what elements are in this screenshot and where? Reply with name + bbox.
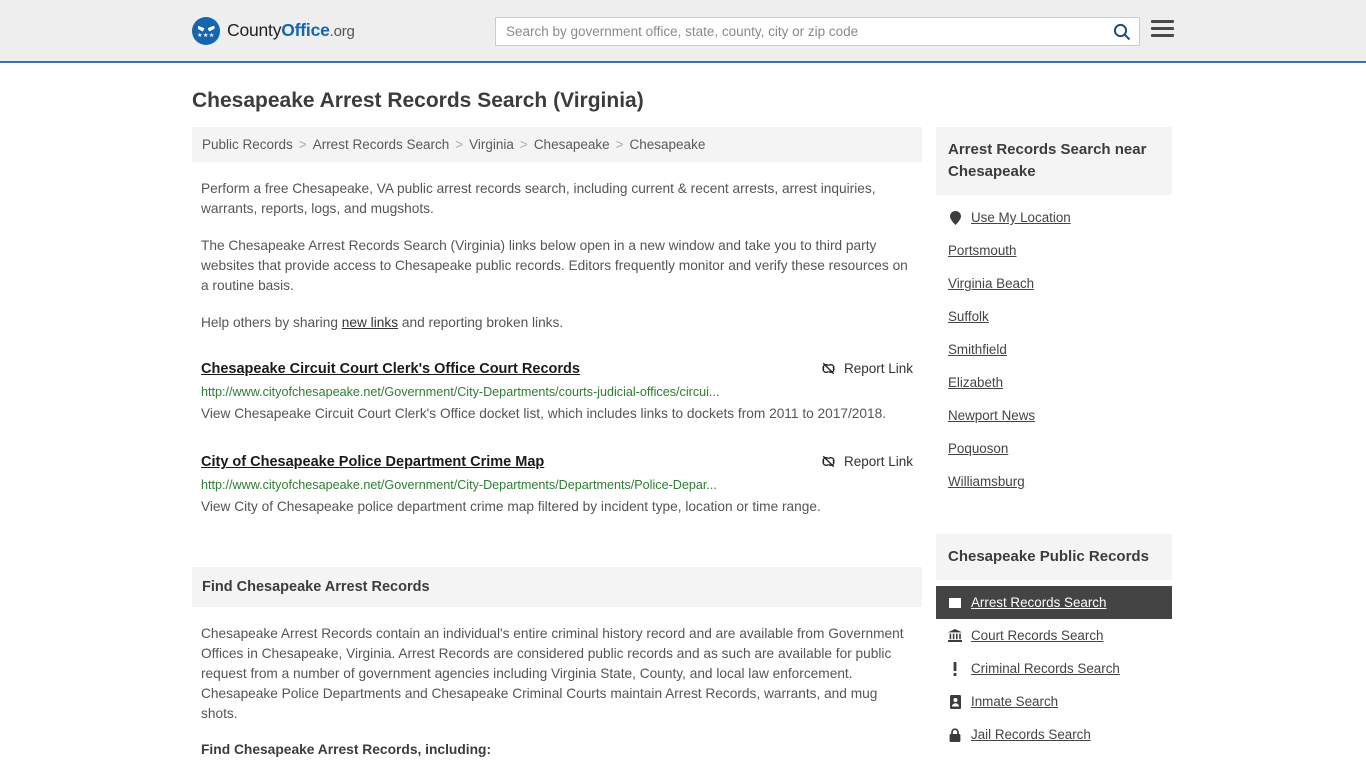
result-item: Chesapeake Circuit Court Clerk's Office … [192, 360, 922, 426]
share-text-before: Help others by sharing [201, 315, 342, 330]
site-logo[interactable]: ★★★ CountyOffice.org [192, 16, 355, 45]
sidebar-record-label[interactable]: Criminal Records Search [971, 661, 1120, 676]
unlink-icon [822, 362, 835, 375]
sidebar-item-court-records-search[interactable]: Court Records Search [936, 619, 1172, 652]
search-button[interactable] [1105, 18, 1139, 45]
logo-text-part2: Office [281, 20, 330, 40]
intro-paragraph-3: Help others by sharing new links and rep… [192, 313, 922, 333]
logo-text-part1: County [227, 20, 282, 40]
hamburger-bar [1151, 27, 1174, 30]
content-columns: Public Records > Arrest Records Search >… [192, 127, 1174, 757]
sidebar-near-label[interactable]: Williamsburg [948, 474, 1025, 489]
result-description: View City of Chesapeake police departmen… [201, 499, 821, 514]
result-title-link[interactable]: City of Chesapeake Police Department Cri… [201, 453, 544, 472]
sidebar-near-list: Use My Location Portsmouth Virginia Beac… [936, 195, 1172, 498]
report-link-label: Report Link [843, 361, 913, 376]
site-header: ★★★ CountyOffice.org [0, 0, 1366, 63]
sidebar-item-virginia-beach[interactable]: Virginia Beach [936, 267, 1172, 300]
breadcrumb-item-chesapeake-county[interactable]: Chesapeake [534, 137, 610, 152]
sidebar-near-label[interactable]: Suffolk [948, 309, 989, 324]
eagle-logo-icon: ★★★ [192, 16, 220, 45]
main-column: Public Records > Arrest Records Search >… [192, 127, 922, 757]
sidebar-near-label[interactable]: Smithfield [948, 342, 1007, 357]
sidebar-item-jail-records-search[interactable]: Jail Records Search [936, 718, 1172, 751]
breadcrumb-separator: > [615, 137, 624, 152]
sidebar-card-public-records: Chesapeake Public Records Arrest Records… [936, 534, 1172, 751]
search-icon [1113, 23, 1131, 40]
result-header: Chesapeake Circuit Court Clerk's Office … [201, 360, 913, 379]
share-text-after: and reporting broken links. [398, 315, 564, 330]
hamburger-bar [1151, 34, 1174, 37]
unlink-icon [822, 455, 835, 468]
sidebar-item-suffolk[interactable]: Suffolk [936, 300, 1172, 333]
logo-stars: ★★★ [197, 32, 215, 39]
sidebar-near-heading: Arrest Records Search near Chesapeake [936, 127, 1172, 195]
sidebar-near-label[interactable]: Use My Location [971, 210, 1071, 225]
intro-paragraph-2: The Chesapeake Arrest Records Search (Vi… [201, 238, 908, 293]
search-input[interactable] [496, 18, 1105, 45]
sidebar-record-label[interactable]: Court Records Search [971, 628, 1103, 643]
id-badge-icon [948, 694, 962, 709]
sidebar: Arrest Records Search near Chesapeake Us… [936, 127, 1172, 751]
sidebar-item-poquoson[interactable]: Poquoson [936, 432, 1172, 465]
find-records-heading: Find Chesapeake Arrest Records [192, 567, 922, 607]
result-description: View Chesapeake Circuit Court Clerk's Of… [201, 406, 887, 421]
breadcrumb: Public Records > Arrest Records Search >… [192, 127, 922, 162]
sidebar-item-williamsburg[interactable]: Williamsburg [936, 465, 1172, 498]
sidebar-public-records-list: Arrest Records Search Court Records Sear… [936, 580, 1172, 751]
breadcrumb-item-chesapeake-city[interactable]: Chesapeake [630, 137, 706, 152]
intro-paragraph-1: Perform a free Chesapeake, VA public arr… [201, 181, 876, 216]
result-url: http://www.cityofchesapeake.net/Governme… [201, 478, 717, 492]
sidebar-item-portsmouth[interactable]: Portsmouth [936, 234, 1172, 267]
report-link-label: Report Link [843, 454, 913, 469]
find-records-paragraph: Chesapeake Arrest Records contain an ind… [201, 626, 904, 721]
sidebar-item-newport-news[interactable]: Newport News [936, 399, 1172, 432]
sidebar-public-records-heading: Chesapeake Public Records [936, 534, 1172, 580]
breadcrumb-separator: > [298, 137, 307, 152]
result-title-link[interactable]: Chesapeake Circuit Court Clerk's Office … [201, 360, 580, 379]
sidebar-card-near: Arrest Records Search near Chesapeake Us… [936, 127, 1172, 498]
square-icon [948, 596, 962, 610]
sidebar-item-criminal-records-search[interactable]: Criminal Records Search [936, 652, 1172, 685]
breadcrumb-item-virginia[interactable]: Virginia [469, 137, 514, 152]
sidebar-near-label[interactable]: Portsmouth [948, 243, 1016, 258]
find-records-subheading: Find Chesapeake Arrest Records, includin… [201, 742, 492, 757]
search-bar [495, 17, 1140, 46]
logo-text: CountyOffice.org [227, 20, 355, 41]
new-links-link[interactable]: new links [342, 315, 398, 330]
sidebar-record-label[interactable]: Arrest Records Search [971, 595, 1106, 610]
report-link-button[interactable]: Report Link [821, 453, 913, 469]
breadcrumb-separator: > [519, 137, 528, 152]
breadcrumb-separator: > [455, 137, 464, 152]
sidebar-near-label[interactable]: Virginia Beach [948, 276, 1034, 291]
breadcrumb-item-arrest-records-search[interactable]: Arrest Records Search [313, 137, 450, 152]
sidebar-near-label[interactable]: Elizabeth [948, 375, 1003, 390]
sidebar-item-arrest-records-search[interactable]: Arrest Records Search [936, 586, 1172, 619]
sidebar-record-label[interactable]: Jail Records Search [971, 727, 1091, 742]
sidebar-item-inmate-search[interactable]: Inmate Search [936, 685, 1172, 718]
courthouse-icon [948, 629, 962, 643]
result-url: http://www.cityofchesapeake.net/Governme… [201, 385, 720, 399]
hamburger-bar [1151, 20, 1174, 23]
sidebar-item-elizabeth[interactable]: Elizabeth [936, 366, 1172, 399]
breadcrumb-item-public-records[interactable]: Public Records [202, 137, 293, 152]
sidebar-record-label[interactable]: Inmate Search [971, 694, 1058, 709]
sidebar-near-label[interactable]: Newport News [948, 408, 1035, 423]
page-title: Chesapeake Arrest Records Search (Virgin… [192, 89, 644, 112]
lock-icon [948, 727, 962, 742]
sidebar-item-smithfield[interactable]: Smithfield [936, 333, 1172, 366]
map-pin-icon [948, 210, 962, 225]
logo-text-part3: .org [329, 23, 355, 40]
result-header: City of Chesapeake Police Department Cri… [201, 453, 913, 472]
sidebar-near-label[interactable]: Poquoson [948, 441, 1008, 456]
page-container: Chesapeake Arrest Records Search (Virgin… [0, 89, 1366, 757]
hamburger-menu-icon[interactable] [1151, 20, 1174, 37]
report-link-button[interactable]: Report Link [821, 360, 913, 376]
find-records-body: Chesapeake Arrest Records contain an ind… [192, 624, 922, 724]
exclamation-icon [948, 661, 962, 676]
sidebar-item-use-my-location[interactable]: Use My Location [936, 201, 1172, 234]
result-item: City of Chesapeake Police Department Cri… [192, 453, 922, 519]
